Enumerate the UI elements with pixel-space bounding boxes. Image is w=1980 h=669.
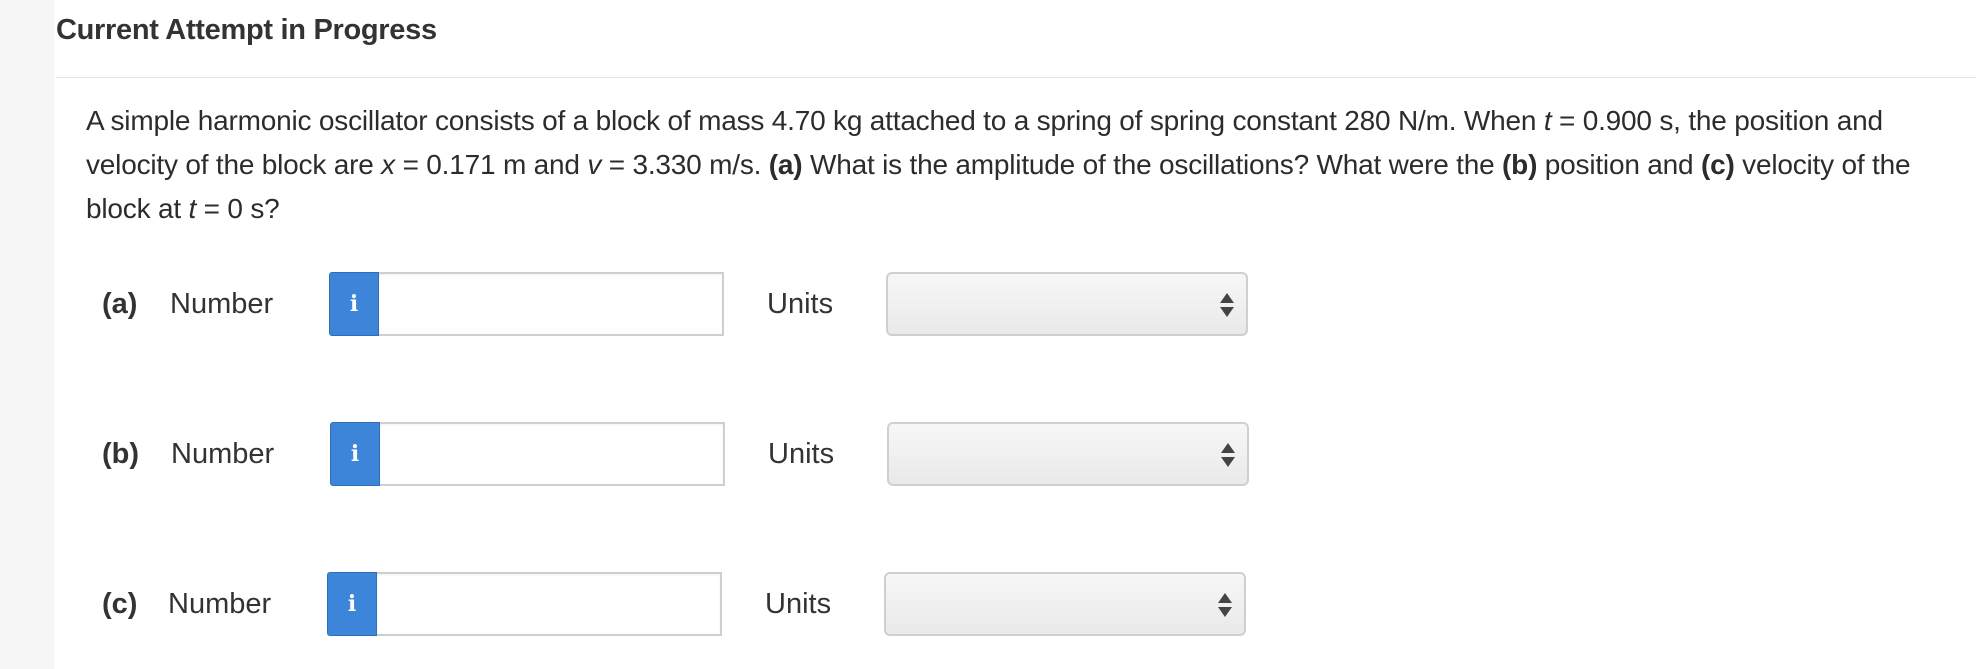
info-icon[interactable]: i <box>327 572 377 636</box>
question-text-segment: A simple harmonic oscillator consists of… <box>86 105 1544 136</box>
part-a-reference: (a) <box>768 149 803 180</box>
part-label: (c) <box>102 588 138 620</box>
number-input[interactable] <box>377 572 722 636</box>
units-select[interactable] <box>887 422 1249 486</box>
question-text-segment: = 0.171 m and <box>394 149 588 180</box>
page-title: Current Attempt in Progress <box>56 14 437 46</box>
question-text: A simple harmonic oscillator consists of… <box>86 99 1966 231</box>
part-c-reference: (c) <box>1700 149 1735 180</box>
info-icon[interactable]: i <box>330 422 380 486</box>
question-text-segment: What is the amplitude of the oscillation… <box>802 149 1503 180</box>
answer-row-b: (b) Number i Units <box>0 422 1300 488</box>
units-select[interactable] <box>886 272 1248 336</box>
number-label: Number <box>171 438 275 470</box>
select-arrows-icon <box>1220 293 1234 319</box>
number-label: Number <box>170 288 274 320</box>
question-page: Current Attempt in Progress A simple har… <box>0 0 1980 669</box>
variable-v: v <box>587 149 602 180</box>
units-label: Units <box>767 288 834 320</box>
question-text-segment: position and <box>1537 149 1701 180</box>
number-input[interactable] <box>380 422 725 486</box>
variable-t: t <box>188 193 197 224</box>
part-label: (a) <box>102 288 138 320</box>
answer-row-a: (a) Number i Units <box>0 272 1300 338</box>
answer-row-c: (c) Number i Units <box>0 572 1300 638</box>
part-b-reference: (b) <box>1502 149 1538 180</box>
question-text-segment: = 0 s? <box>196 193 280 224</box>
header-divider <box>56 77 1976 78</box>
units-label: Units <box>765 588 832 620</box>
units-select[interactable] <box>884 572 1246 636</box>
info-icon[interactable]: i <box>329 272 379 336</box>
select-arrows-icon <box>1221 443 1235 469</box>
question-text-segment: = 3.330 m/s. <box>601 149 769 180</box>
variable-x: x <box>381 149 395 180</box>
number-input[interactable] <box>379 272 724 336</box>
units-label: Units <box>768 438 835 470</box>
number-label: Number <box>168 588 272 620</box>
part-label: (b) <box>102 438 140 470</box>
select-arrows-icon <box>1218 593 1232 619</box>
